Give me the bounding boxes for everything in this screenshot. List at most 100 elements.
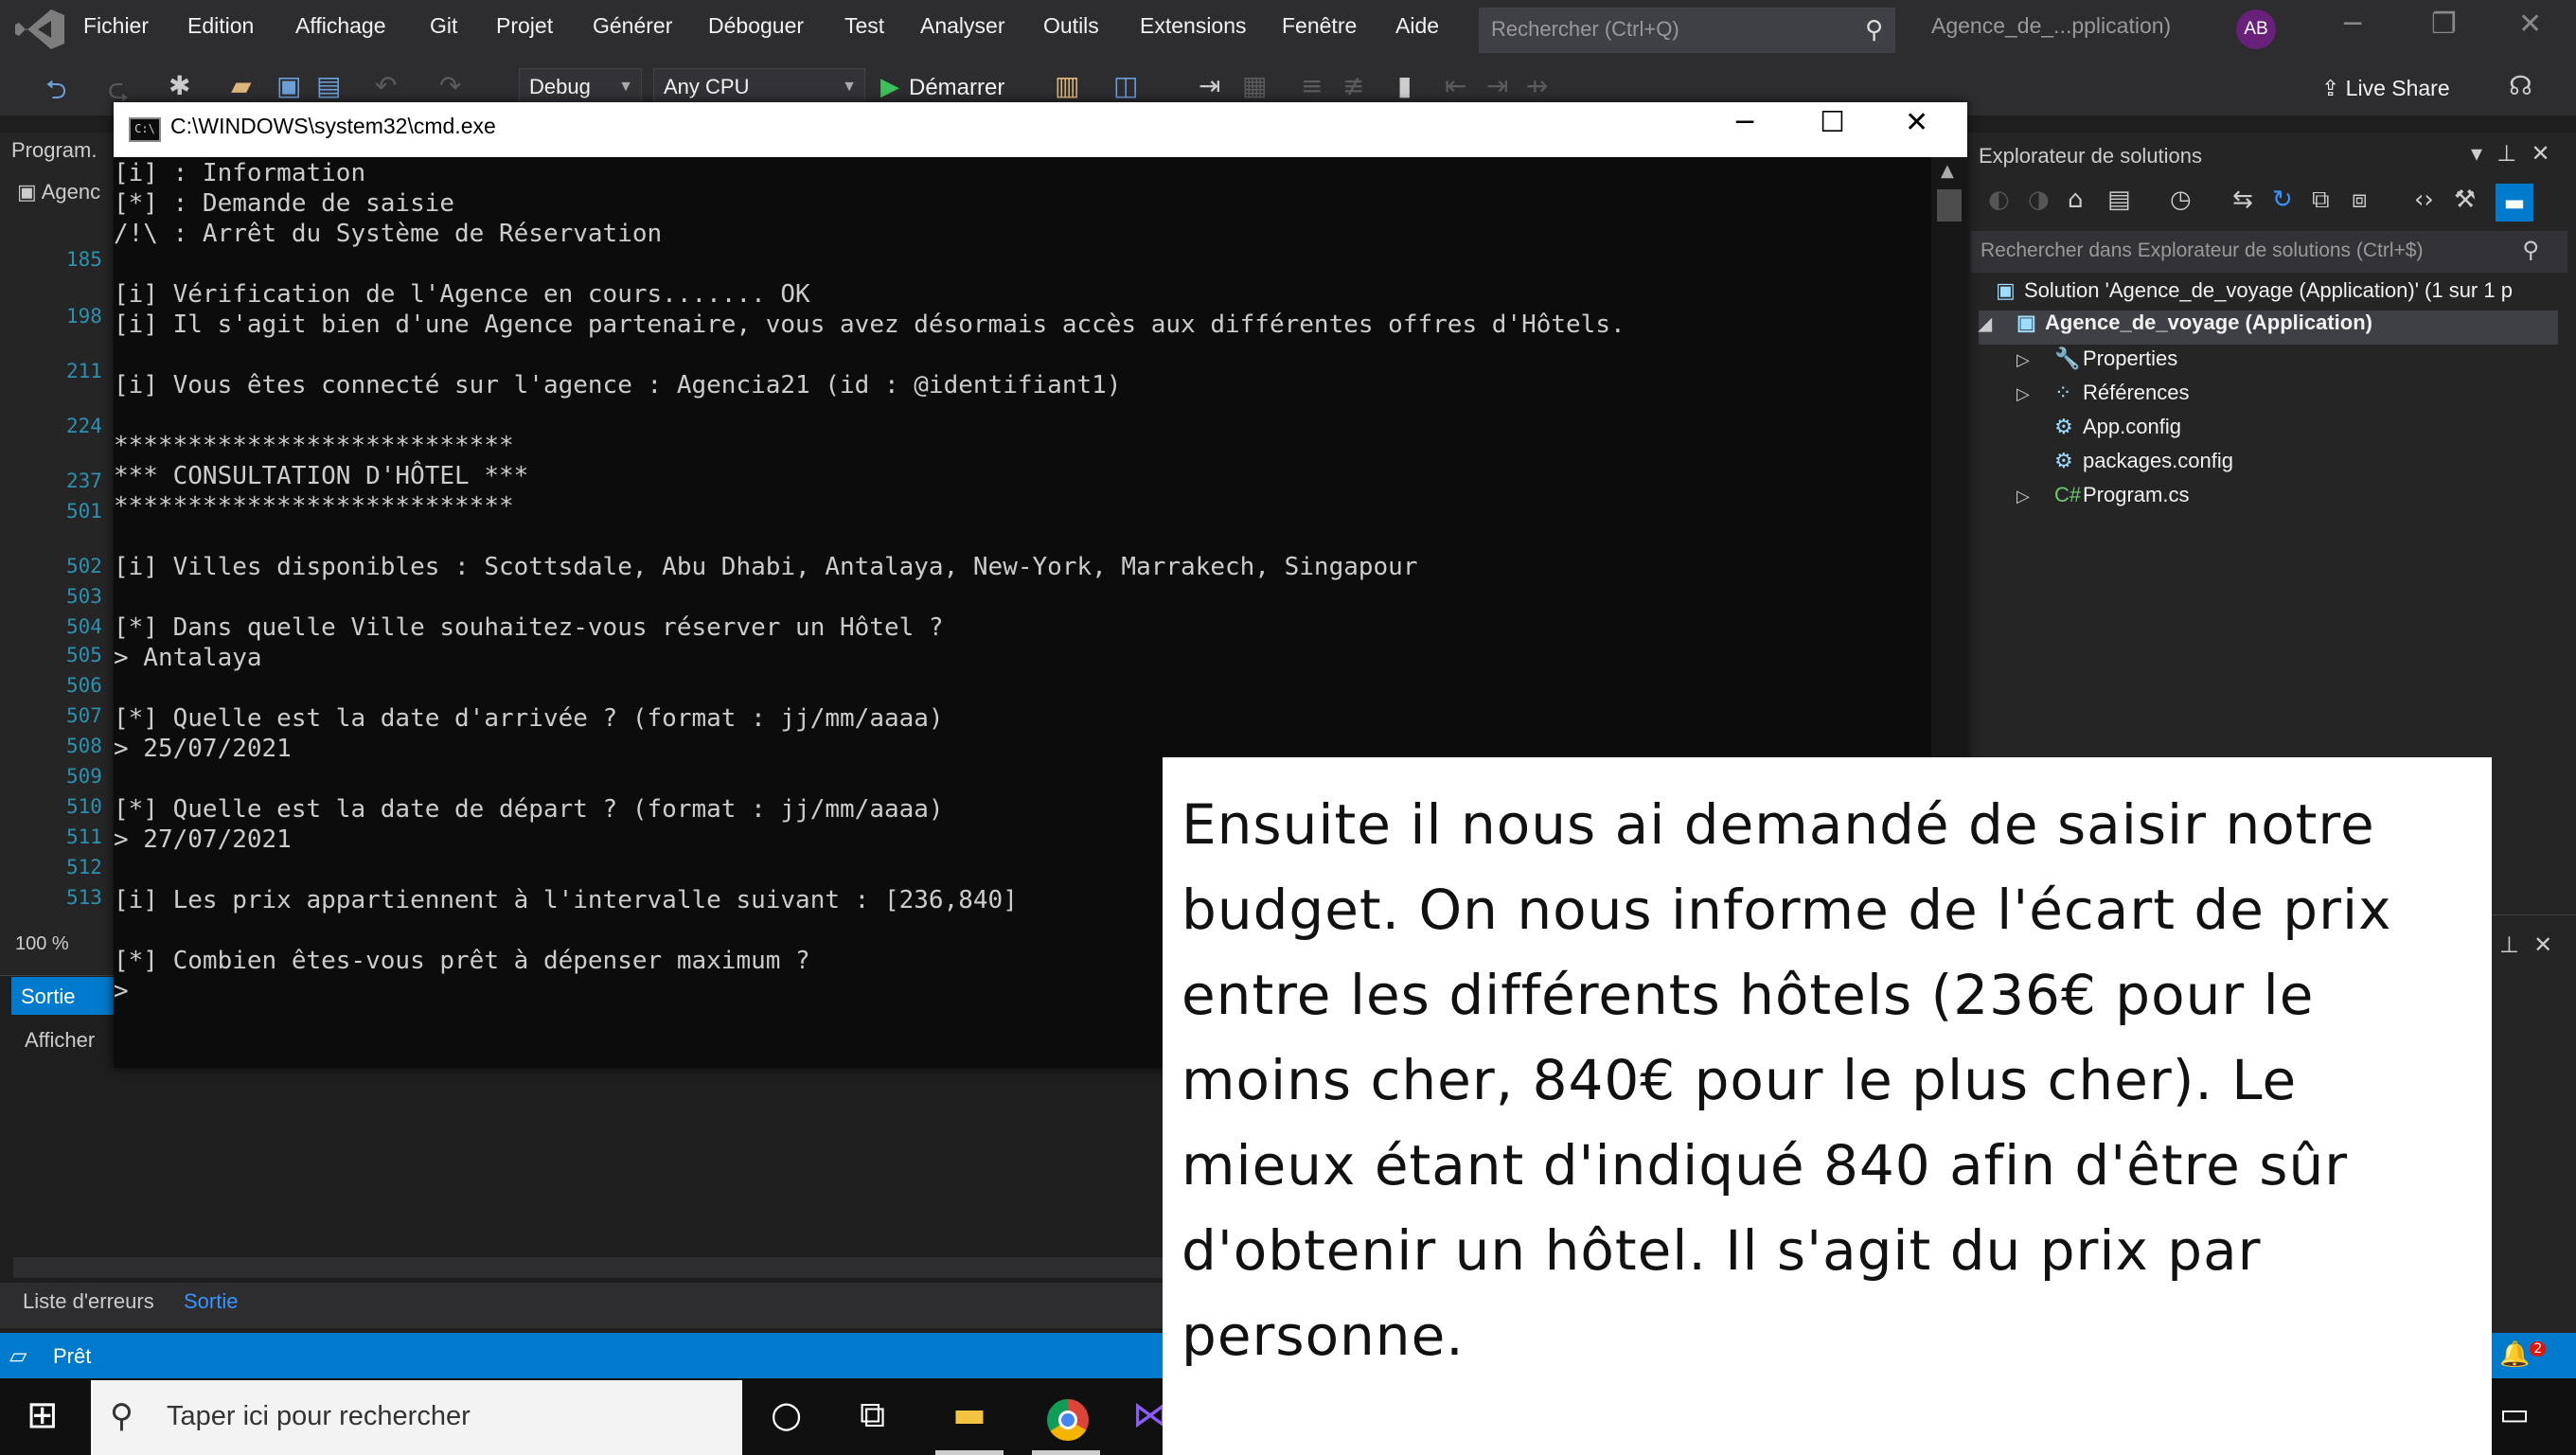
live-share-label: Live Share [2345,76,2450,100]
menu-projet[interactable]: Projet [496,13,553,39]
step-icon[interactable]: ⇥ [1199,70,1220,101]
home-icon[interactable]: ⌂ [2068,186,2084,214]
line-number: 503 [66,585,102,608]
properties-icon[interactable]: ⚒ [2454,186,2476,214]
tree-project[interactable]: ◢ ▣ Agence_de_voyage (Application) [1979,311,2558,345]
tree-solution[interactable]: ▣ Solution 'Agence_de_voyage (Application… [1996,278,2513,303]
bookmark-clear-icon[interactable]: ⇸ [1526,70,1548,101]
back-icon[interactable]: ◐ [1988,186,2010,214]
task-view-icon[interactable]: ⧉ [860,1393,885,1436]
line-number: 502 [66,555,102,577]
menu-analyser[interactable]: Analyser [920,13,1004,39]
line-number: 510 [66,795,102,818]
cmd-line: [i] Il s'agit bien d'une Agence partenai… [114,311,1626,339]
references-icon: ⁘ [2054,381,2072,404]
collapsed-icon: ▷ [2016,350,2030,369]
notification-icon[interactable]: 🔔 2 [2499,1340,2547,1369]
menu-test[interactable]: Test [844,13,884,39]
view-code-icon[interactable]: ‹› [2414,186,2434,214]
new-project-icon[interactable]: ✱ [169,70,190,101]
panel-controls[interactable]: ⊥ ✕ [2499,932,2552,958]
diagnostic-icon[interactable]: ◫ [1113,70,1138,101]
cmd-maximize-icon[interactable]: ☐ [1820,106,1845,139]
horizontal-scrollbar[interactable] [13,1257,1168,1278]
menu-fenetre[interactable]: Fenêtre [1282,13,1357,39]
editor-navigation-label: Agenc [41,180,101,204]
editor-tab[interactable]: Program. [11,138,97,163]
live-share-button[interactable]: ⇪ Live Share [2321,76,2450,101]
minimize-icon[interactable]: ─ [2344,8,2361,41]
restore-icon[interactable]: ❐ [2431,8,2457,41]
open-folder-icon[interactable]: ▰ [231,70,252,101]
taskbar-search[interactable]: ⚲ Taper ici pour rechercher [91,1380,742,1455]
start-button[interactable]: ▶ Démarrer [880,72,1004,101]
undo-icon[interactable]: ↶ [375,70,397,101]
pending-changes-icon[interactable]: ◷ [2170,186,2192,214]
bookmark-prev-icon[interactable]: ⇤ [1445,70,1466,101]
save-icon[interactable]: ▣ [276,70,301,101]
redo-icon[interactable]: ↷ [439,70,461,101]
action-center-icon[interactable]: ▭ [2499,1395,2530,1433]
feedback-icon[interactable]: ☊ [2509,70,2532,101]
show-all-files-icon[interactable]: ⧈ [2352,186,2368,215]
comment-icon[interactable]: ≡ [1301,70,1323,101]
menu-deboguer[interactable]: Déboguer [708,13,804,39]
scroll-thumb[interactable] [1937,189,1962,222]
windows-start-icon[interactable]: ⊞ [27,1393,59,1437]
file-explorer-icon[interactable]: ▬ [952,1393,986,1435]
tree-item-properties[interactable]: ▷ 🔧 Properties [2016,346,2177,371]
chevron-down-icon: ▼ [842,79,857,95]
scroll-up-icon[interactable]: ▲ [1941,161,1954,181]
layout-icon[interactable]: ▦ [1242,70,1267,101]
tab-output[interactable]: Sortie [184,1289,238,1314]
bookmark-icon[interactable]: ▮ [1397,70,1412,101]
chrome-icon[interactable] [1047,1399,1089,1441]
menu-edition[interactable]: Edition [187,13,254,39]
switch-view-icon[interactable]: ▤ [2107,186,2131,214]
preview-button[interactable]: ▬ [2496,184,2533,222]
configuration-select[interactable]: Debug ▼ [519,68,642,106]
back-icon[interactable]: ⮌ [45,70,66,115]
menu-aide[interactable]: Aide [1395,13,1439,39]
cmd-close-icon[interactable]: ✕ [1905,106,1928,139]
cmd-line: [i] Les prix appartiennent à l'intervall… [114,886,1018,914]
menu-extensions[interactable]: Extensions [1140,13,1247,39]
solution-search-input[interactable]: Rechercher dans Explorateur de solutions… [1971,231,2567,273]
tree-item-references[interactable]: ▷ ⁘ Références [2016,381,2190,405]
zoom-level[interactable]: 100 % [15,933,69,955]
uncomment-icon[interactable]: ≢ [1342,70,1364,101]
cmd-line: *************************** [114,492,514,521]
line-number: 512 [66,856,102,878]
active-indicator [935,1450,1004,1455]
output-tab[interactable]: Sortie [11,977,115,1015]
tree-item-program-cs[interactable]: ▷ C#Program.cs [2016,483,2189,507]
menu-git[interactable]: Git [430,13,457,39]
menu-fichier[interactable]: Fichier [83,13,149,39]
platform-select[interactable]: Any CPU ▼ [653,68,865,106]
cmd-minimize-icon[interactable]: ─ [1736,106,1753,139]
play-icon: ▶ [880,72,899,100]
tree-item-packages-config[interactable]: ⚙ packages.config [2054,449,2233,473]
visual-studio-logo-icon [15,9,64,49]
close-icon[interactable]: ✕ [2518,8,2542,41]
panel-controls[interactable]: ▾ ⊥ ✕ [2471,140,2550,167]
refresh-icon[interactable]: ↻ [2272,186,2293,214]
tree-item-label: packages.config [2083,449,2233,472]
tree-item-app-config[interactable]: ⚙ App.config [2054,415,2181,439]
tab-error-list[interactable]: Liste d'erreurs [23,1289,154,1314]
bookmark-next-icon[interactable]: ⇥ [1486,70,1508,101]
sync-icon[interactable]: ⇆ [2232,186,2253,214]
avatar[interactable]: AB [2236,9,2276,49]
menu-outils[interactable]: Outils [1043,13,1099,39]
line-number: 237 [66,470,102,492]
collapse-all-icon[interactable]: ⧉ [2312,186,2330,215]
search-input[interactable]: Rechercher (Ctrl+Q) ⚲ [1479,8,1895,53]
browse-icon[interactable]: ▥ [1055,70,1079,101]
menu-affichage[interactable]: Affichage [295,13,385,39]
line-number: 501 [66,500,102,523]
menu-generer[interactable]: Générer [593,13,672,39]
save-all-icon[interactable]: ▤ [316,70,341,101]
editor-navigation[interactable]: ▣ Agenc [17,180,100,204]
cortana-icon[interactable]: ○ [771,1393,802,1435]
forward-icon[interactable]: ◑ [2028,186,2050,214]
